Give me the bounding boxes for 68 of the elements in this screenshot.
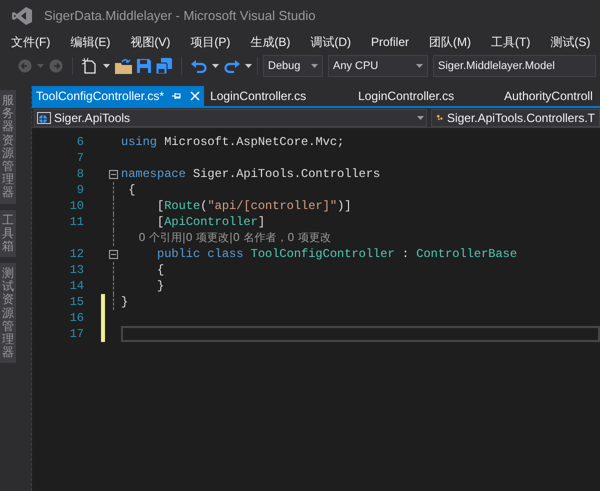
- caret-icon: [417, 116, 424, 120]
- code-line: [ApiController]: [156, 214, 266, 231]
- collapse-toggle[interactable]: [108, 170, 118, 178]
- startup-project-dropdown[interactable]: Siger.Middlelayer.Model: [433, 55, 596, 77]
- line-number: 6: [76, 134, 84, 151]
- window-title: SigerData.Middlelayer - Microsoft Visual Studio: [44, 7, 316, 26]
- side-panel-tab[interactable]: 测试资源管理器: [0, 263, 16, 364]
- code-line: {: [156, 262, 164, 279]
- code-line: {: [127, 182, 136, 199]
- configuration-dropdown[interactable]: Debug: [263, 55, 323, 77]
- caret-icon[interactable]: [212, 64, 219, 68]
- new-project-icon[interactable]: [82, 58, 98, 74]
- globe-icon: [37, 112, 51, 124]
- editor-tab[interactable]: AuthorityControll: [498, 86, 600, 106]
- menu-item[interactable]: 团队(M): [427, 33, 474, 51]
- project-dropdown[interactable]: Siger.ApiTools: [34, 108, 427, 126]
- editor-tab[interactable]: LoginController.cs: [352, 86, 498, 106]
- menu-item[interactable]: 调试(D): [308, 33, 353, 51]
- line-number: 15: [68, 294, 84, 311]
- line-number: 9: [76, 182, 84, 199]
- editor-tab[interactable]: LoginController.cs: [204, 86, 352, 106]
- line-number: 12: [68, 246, 84, 263]
- line-number: 17: [68, 326, 84, 343]
- line-number: 7: [76, 150, 84, 167]
- undo-icon[interactable]: [191, 59, 207, 73]
- type-dropdown[interactable]: Siger.ApiTools.Controllers.T: [431, 108, 600, 126]
- platform-dropdown[interactable]: Any CPU: [328, 55, 428, 77]
- type-name: Siger.ApiTools.Controllers.T: [446, 110, 595, 126]
- menu-item[interactable]: 项目(P): [188, 33, 232, 51]
- line-number: 8: [76, 166, 84, 183]
- code-line: public class ToolConfigController : ControllerBase: [156, 246, 518, 263]
- line-number: 11: [68, 214, 84, 231]
- menu-item[interactable]: 测试(S): [548, 33, 592, 51]
- platform-value: Any CPU: [333, 58, 378, 74]
- caret-icon: [416, 64, 423, 68]
- collapse-toggle[interactable]: [108, 250, 118, 258]
- code-line: 0 个引用|0 项更改|0 名作者，0 项更改: [137, 230, 331, 246]
- code-line: }: [156, 278, 164, 295]
- pin-icon[interactable]: [172, 91, 182, 101]
- code-line: namespace Siger.ApiTools.Controllers: [121, 166, 380, 183]
- save-all-icon[interactable]: [156, 58, 172, 74]
- menu-item[interactable]: 编辑(E): [68, 33, 112, 51]
- save-icon[interactable]: [137, 59, 151, 73]
- menu-item[interactable]: Profiler: [369, 33, 412, 51]
- redo-icon[interactable]: [224, 59, 240, 73]
- menu-item[interactable]: 工具(T): [489, 33, 532, 51]
- line-number: 16: [68, 310, 84, 327]
- project-name: Siger.ApiTools: [54, 110, 132, 126]
- code-line: using Microsoft.AspNetCore.Mvc;: [121, 134, 344, 151]
- side-panel-tab[interactable]: 服务器资源管理器: [0, 90, 16, 204]
- line-number: 14: [68, 278, 84, 295]
- menu-item[interactable]: 文件(F): [9, 33, 52, 51]
- caret-icon[interactable]: [103, 64, 110, 68]
- side-panel-tab[interactable]: 工具箱: [0, 210, 16, 258]
- caret-icon: [311, 64, 318, 68]
- caret-icon[interactable]: [245, 64, 252, 68]
- close-icon[interactable]: [190, 91, 200, 101]
- code-line: [Route("api/[controller]")]: [156, 198, 352, 215]
- editor-tab[interactable]: ToolConfigController.cs*: [32, 86, 204, 106]
- menu-item[interactable]: 视图(V): [128, 33, 172, 51]
- code-line: }: [121, 294, 128, 311]
- app-logo-icon: [12, 7, 32, 25]
- configuration-value: Debug: [268, 58, 300, 74]
- folder-icon[interactable]: [115, 58, 132, 74]
- startup-project-value: Siger.Middlelayer.Model: [438, 58, 555, 74]
- menu-item[interactable]: 生成(B): [248, 33, 292, 51]
- line-number: 10: [68, 198, 84, 215]
- line-number: 13: [68, 262, 84, 279]
